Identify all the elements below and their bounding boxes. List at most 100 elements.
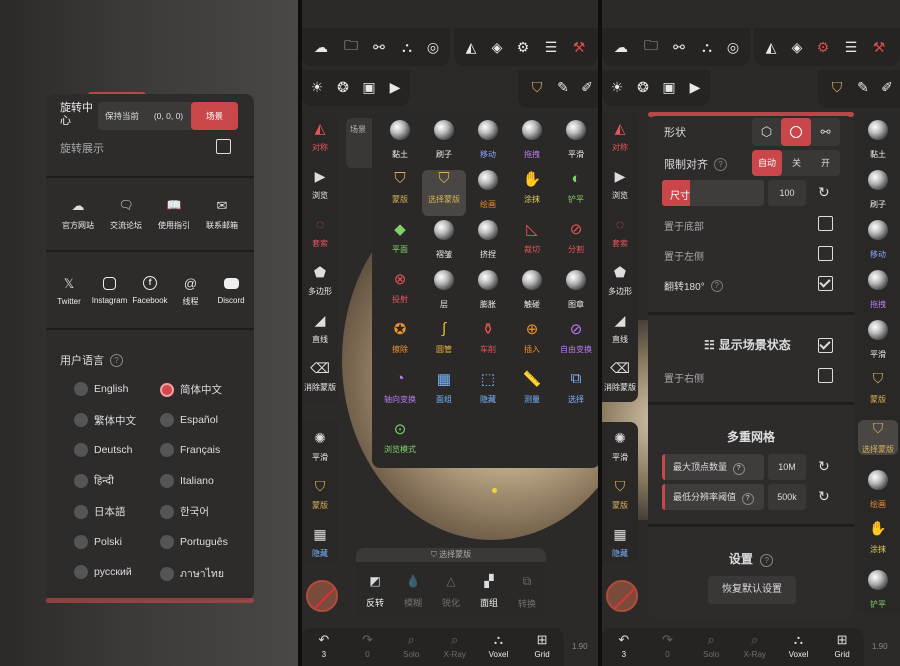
sliders-icon[interactable]: ☰ xyxy=(540,36,562,58)
tool-28[interactable]: 📏 测量 xyxy=(510,370,554,416)
eyedropper-icon[interactable]: ✐ xyxy=(876,76,898,98)
nav-item-2[interactable]: ⌕ Solo xyxy=(691,628,731,666)
left-tool-4[interactable]: ◢ 直线 xyxy=(302,312,340,345)
pivot-point[interactable] xyxy=(492,488,497,493)
tool-20[interactable]: ✪ 擦除 xyxy=(378,320,422,366)
nav-item-5[interactable]: ⊞ Grid xyxy=(522,628,562,666)
tool-14[interactable]: ⊘ 分割 xyxy=(554,220,598,266)
left-tool-0[interactable]: ◭ 对称 xyxy=(302,120,340,153)
tool-10[interactable]: ◆ 平面 xyxy=(378,220,422,266)
tool-8[interactable]: ✋ 涂抹 xyxy=(510,170,554,216)
left-tool-1[interactable]: ▶ 浏览 xyxy=(602,168,640,201)
tool-5[interactable]: ⛉ 蒙版 xyxy=(378,170,422,216)
tool-2[interactable]: 移动 xyxy=(466,120,510,166)
place-left-checkbox[interactable] xyxy=(818,246,833,261)
nav-item-3[interactable]: ⌕ X-Ray xyxy=(735,628,775,666)
sliders-icon[interactable]: ☰ xyxy=(840,36,862,58)
shield-icon[interactable]: ⛉ xyxy=(826,76,848,98)
symmetry-icon[interactable]: ◭ xyxy=(460,36,482,58)
material-icon[interactable]: ❂ xyxy=(632,76,654,98)
gear-icon[interactable]: ⚙ xyxy=(812,36,834,58)
place-bottom-checkbox[interactable] xyxy=(818,216,833,231)
facegroup-button[interactable]: ▞ 面组 xyxy=(473,574,505,610)
help-icon[interactable]: ? xyxy=(110,353,123,367)
camera-icon[interactable]: ▶ xyxy=(684,76,706,98)
tool-9[interactable]: ◐ 铲平 xyxy=(554,170,598,216)
size-slider[interactable]: 尺寸 xyxy=(662,180,764,206)
pen-icon[interactable]: ✎ xyxy=(552,76,574,98)
nav-item-1[interactable]: ↷ 0 xyxy=(647,628,687,666)
size-value[interactable]: 100 xyxy=(768,180,806,206)
left-tool-3[interactable]: ⬟ 多边形 xyxy=(302,264,340,297)
left-tool-2[interactable]: ◌ 套索 xyxy=(602,216,640,249)
cube-icon[interactable]: ⬡ xyxy=(752,118,781,146)
reset-defaults-button[interactable]: 恢复默认设置 xyxy=(708,576,796,604)
folder-icon[interactable]: 🗀 xyxy=(340,36,362,58)
tool-4[interactable]: 平滑 xyxy=(554,120,598,166)
tool-11[interactable]: 褶皱 xyxy=(422,220,466,266)
left-tool-7[interactable]: ⛉ 蒙版 xyxy=(302,478,340,511)
globe-icon[interactable]: ◎ xyxy=(422,36,444,58)
tool-15[interactable]: ⊗ 投射 xyxy=(378,270,422,316)
cloud-icon[interactable]: ☁ xyxy=(310,36,332,58)
right-tool-9[interactable]: 铲平 xyxy=(858,570,898,610)
tool-7[interactable]: 绘画 xyxy=(466,170,510,216)
left-tool-0[interactable]: ◭ 对称 xyxy=(602,120,640,153)
nav-item-0[interactable]: ↶ 3 xyxy=(304,628,344,666)
light-icon[interactable]: ☀ xyxy=(606,76,628,98)
flip-checkbox[interactable] xyxy=(818,276,833,291)
camera-icon[interactable]: ▶ xyxy=(384,76,406,98)
left-tool-6[interactable]: ✺ 平滑 xyxy=(602,430,640,463)
right-tool-2[interactable]: 移动 xyxy=(858,220,898,260)
left-tool-4[interactable]: ◢ 直线 xyxy=(602,312,640,345)
tool-30[interactable]: ⊙ 浏览模式 xyxy=(378,420,422,466)
tool-23[interactable]: ⊕ 插入 xyxy=(510,320,554,366)
nav-item-0[interactable]: ↶ 3 xyxy=(604,628,644,666)
left-tool-2[interactable]: ◌ 套索 xyxy=(302,216,340,249)
blur-button[interactable]: 💧 模糊 xyxy=(397,574,429,610)
rot-opt-origin[interactable]: (0, 0, 0) xyxy=(146,111,191,121)
light-icon[interactable]: ☀ xyxy=(306,76,328,98)
max-verts-field[interactable]: 最大顶点数量 ? xyxy=(662,454,764,480)
language-option[interactable]: Italiano xyxy=(160,473,214,488)
scene-state-checkbox[interactable] xyxy=(818,338,833,353)
tool-12[interactable]: 挤捏 xyxy=(466,220,510,266)
tool-19[interactable]: 图章 xyxy=(554,270,598,316)
tool-13[interactable]: ◺ 裁切 xyxy=(510,220,554,266)
left-tool-5[interactable]: ⌫ 消除蒙版 xyxy=(302,360,340,393)
share-icon[interactable]: ⚯ xyxy=(368,36,390,58)
objects-icon[interactable]: ⛬ xyxy=(396,36,418,58)
color-swatch[interactable] xyxy=(606,580,638,612)
cloud-icon[interactable]: ☁ xyxy=(610,36,632,58)
rot-opt-keep[interactable]: 保持当前 xyxy=(98,110,146,122)
tool-6[interactable]: ⛉ 选择蒙版 xyxy=(422,170,466,216)
gear-icon[interactable]: ⚙ xyxy=(512,36,534,58)
right-tool-4[interactable]: 平滑 xyxy=(858,320,898,360)
tool-0[interactable]: 黏土 xyxy=(378,120,422,166)
nav-item-2[interactable]: ⌕ Solo xyxy=(391,628,431,666)
rot-opt-scene[interactable]: 场景 xyxy=(191,102,238,130)
language-option[interactable]: ภาษาไทย xyxy=(160,565,224,582)
symmetry-icon[interactable]: ◭ xyxy=(760,36,782,58)
pen-icon[interactable]: ✎ xyxy=(852,76,874,98)
tool-24[interactable]: ⊘ 自由变换 xyxy=(554,320,598,366)
rotation-show-checkbox[interactable] xyxy=(216,139,231,154)
language-option[interactable]: Español xyxy=(160,412,218,427)
language-option[interactable]: English xyxy=(74,382,128,396)
place-right-checkbox[interactable] xyxy=(818,368,833,383)
layers-icon[interactable]: ◈ xyxy=(486,36,508,58)
language-option[interactable]: русский xyxy=(74,565,132,579)
tool-21[interactable]: ∫ 圆管 xyxy=(422,320,466,366)
help-icon[interactable]: ? xyxy=(710,279,723,292)
help-icon[interactable]: ? xyxy=(714,157,727,171)
folder-icon[interactable]: 🗀 xyxy=(640,36,662,58)
language-option[interactable]: Português xyxy=(160,534,228,549)
align-on[interactable]: 开 xyxy=(811,150,840,176)
language-option[interactable]: 日本語 xyxy=(74,504,126,519)
tool-16[interactable]: 层 xyxy=(422,270,466,316)
sphere-shape-button[interactable] xyxy=(781,118,811,146)
tool-22[interactable]: ⚱ 车削 xyxy=(466,320,510,366)
tools-icon[interactable]: ⚒ xyxy=(568,36,590,58)
color-swatch[interactable] xyxy=(306,580,338,612)
right-tool-1[interactable]: 刷子 xyxy=(858,170,898,210)
